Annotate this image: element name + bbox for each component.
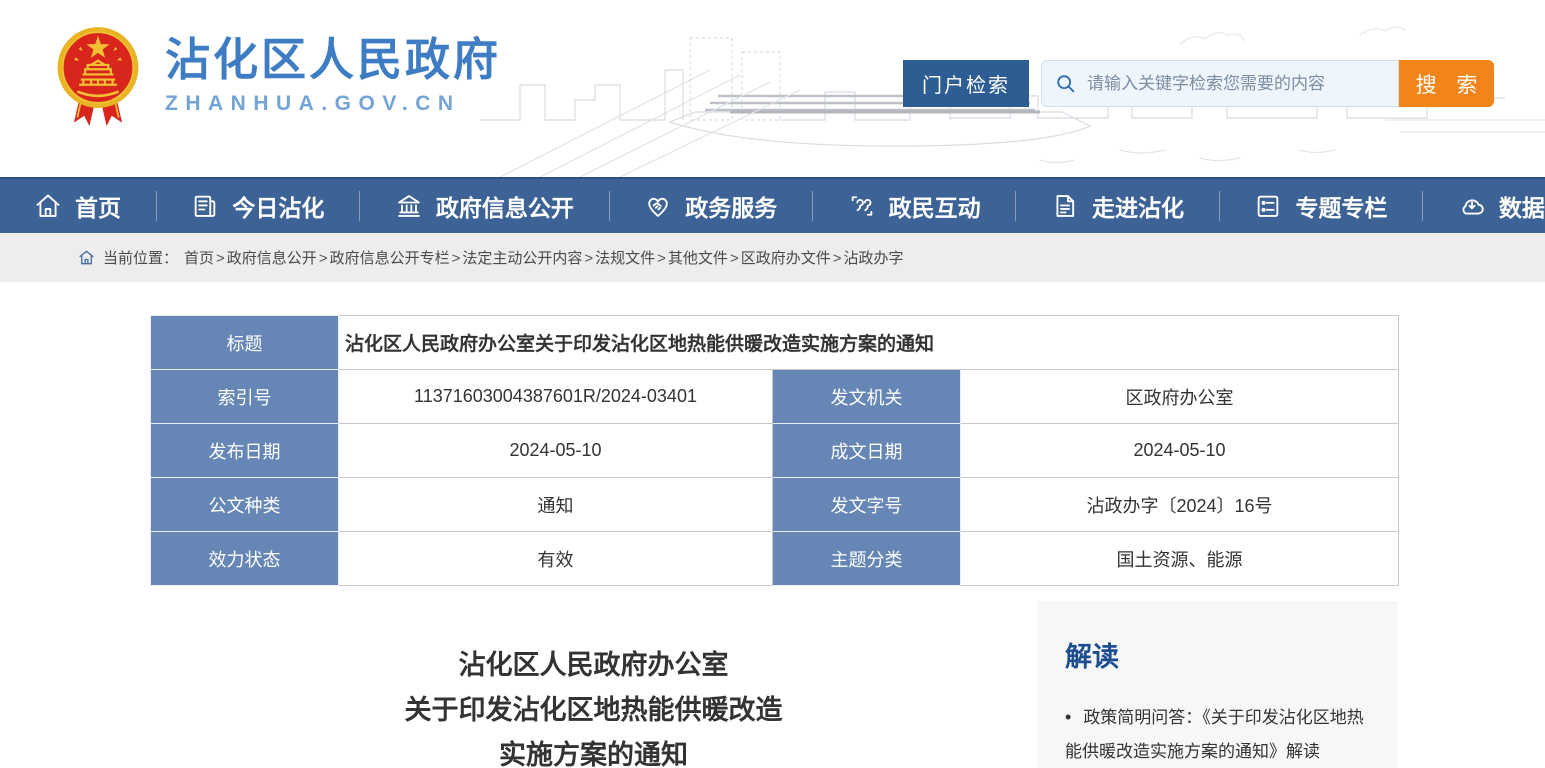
main-nav: 首页 今日沾化 政府信息公开 政务服务 政民互动 走进沾化 专题专栏 数据开放 xyxy=(0,179,1545,233)
breadcrumb-link-1[interactable]: 首页 xyxy=(184,250,214,267)
cloud-download-icon xyxy=(1458,192,1486,220)
meta-table-body: 标题沾化区人民政府办公室关于印发沾化区地热能供暖改造实施方案的通知索引号1137… xyxy=(151,316,1399,586)
meta-value: 区政府办公室 xyxy=(961,370,1399,424)
lower-content: 沾化区人民政府办公室关于印发沾化区地热能供暖改造实施方案的通知 解读 •政策简明… xyxy=(150,601,1398,768)
topics-list-icon xyxy=(1254,192,1282,220)
breadcrumb-link-4[interactable]: 法定主动公开内容 xyxy=(462,250,582,267)
nav-item-label: 数据开放 xyxy=(1499,189,1545,223)
home-icon xyxy=(34,192,62,220)
nav-separator xyxy=(609,191,610,221)
search-zone: 门户检索 搜 索 xyxy=(903,60,1494,107)
breadcrumb-separator: > xyxy=(730,250,739,267)
breadcrumb-link-2[interactable]: 政府信息公开 xyxy=(227,250,317,267)
document-title: 沾化区人民政府办公室关于印发沾化区地热能供暖改造实施方案的通知 xyxy=(150,601,1037,768)
breadcrumb-link-7[interactable]: 区政府办文件 xyxy=(741,250,831,267)
nav-item-8[interactable]: 数据开放 xyxy=(1458,189,1545,223)
breadcrumb-link-5[interactable]: 法规文件 xyxy=(595,250,655,267)
service-handshake-icon xyxy=(644,192,672,220)
main-nav-wrap: 首页 今日沾化 政府信息公开 政务服务 政民互动 走进沾化 专题专栏 数据开放 xyxy=(0,177,1545,233)
meta-label: 索引号 xyxy=(151,370,339,424)
document-title-line: 关于印发沾化区地热能供暖改造 xyxy=(150,688,1037,733)
news-icon xyxy=(191,192,219,220)
search-input[interactable] xyxy=(1087,74,1385,94)
meta-value: 沾政办字〔2024〕16号 xyxy=(961,478,1399,532)
breadcrumb-items: 首页>政府信息公开>政府信息公开专栏>法定主动公开内容>法规文件>其他文件>区政… xyxy=(182,247,905,268)
breadcrumb-link-3[interactable]: 政府信息公开专栏 xyxy=(330,250,450,267)
nav-item-4[interactable]: 政务服务 xyxy=(644,189,777,223)
search-box xyxy=(1041,60,1399,107)
breadcrumb-prefix: 当前位置： xyxy=(103,247,178,268)
meta-value: 11371603004387601R/2024-03401 xyxy=(339,370,773,424)
national-emblem-logo xyxy=(55,22,141,132)
nav-item-3[interactable]: 政府信息公开 xyxy=(395,189,574,223)
nav-item-label: 政务服务 xyxy=(685,189,777,223)
nav-item-label: 政府信息公开 xyxy=(436,189,574,223)
nav-item-7[interactable]: 专题专栏 xyxy=(1254,189,1387,223)
site-header: 沾化区人民政府 ZHANHUA.GOV.CN 门户检索 搜 索 xyxy=(0,0,1545,177)
nav-separator xyxy=(812,191,813,221)
nav-item-2[interactable]: 今日沾化 xyxy=(191,189,324,223)
table-row: 索引号11371603004387601R/2024-03401发文机关区政府办… xyxy=(151,370,1399,424)
meta-label: 发文机关 xyxy=(773,370,961,424)
interpretation-item-1[interactable]: •政策简明问答：《关于印发沾化区地热能供暖改造实施方案的通知》解读 xyxy=(1065,700,1370,768)
interaction-quotes-icon xyxy=(848,192,876,220)
nav-item-6[interactable]: 走进沾化 xyxy=(1051,189,1184,223)
meta-label: 主题分类 xyxy=(773,532,961,586)
table-row: 公文种类通知发文字号沾政办字〔2024〕16号 xyxy=(151,478,1399,532)
breadcrumb: 当前位置： 首页>政府信息公开>政府信息公开专栏>法定主动公开内容>法规文件>其… xyxy=(0,233,1545,282)
document-title-line: 实施方案的通知 xyxy=(150,733,1037,768)
search-button[interactable]: 搜 索 xyxy=(1399,60,1494,107)
interpretation-heading: 解读 xyxy=(1065,635,1370,674)
meta-label-title: 标题 xyxy=(151,316,339,370)
meta-label: 发文字号 xyxy=(773,478,961,532)
brand-text: 沾化区人民政府 ZHANHUA.GOV.CN xyxy=(165,22,501,116)
meta-label: 公文种类 xyxy=(151,478,339,532)
meta-value: 国土资源、能源 xyxy=(961,532,1399,586)
nav-separator xyxy=(1015,191,1016,221)
meta-value: 有效 xyxy=(339,532,773,586)
site-brand: 沾化区人民政府 ZHANHUA.GOV.CN xyxy=(55,22,501,132)
meta-value-title: 沾化区人民政府办公室关于印发沾化区地热能供暖改造实施方案的通知 xyxy=(339,316,1399,370)
breadcrumb-link-8[interactable]: 沾政办字 xyxy=(843,250,903,267)
bullet-icon: • xyxy=(1065,707,1071,727)
meta-label: 发布日期 xyxy=(151,424,339,478)
nav-item-label: 走进沾化 xyxy=(1092,189,1184,223)
interpretation-panel: 解读 •政策简明问答：《关于印发沾化区地热能供暖改造实施方案的通知》解读 xyxy=(1037,601,1398,768)
breadcrumb-separator: > xyxy=(216,250,225,267)
nav-item-label: 专题专栏 xyxy=(1295,189,1387,223)
nav-item-5[interactable]: 政民互动 xyxy=(848,189,981,223)
table-row: 发布日期2024-05-10成文日期2024-05-10 xyxy=(151,424,1399,478)
document-icon xyxy=(1051,192,1079,220)
meta-label: 成文日期 xyxy=(773,424,961,478)
meta-value: 2024-05-10 xyxy=(961,424,1399,478)
table-row: 标题沾化区人民政府办公室关于印发沾化区地热能供暖改造实施方案的通知 xyxy=(151,316,1399,370)
breadcrumb-separator: > xyxy=(833,250,842,267)
nav-item-label: 首页 xyxy=(75,189,121,223)
document-title-line: 沾化区人民政府办公室 xyxy=(150,643,1037,688)
document-meta-table: 标题沾化区人民政府办公室关于印发沾化区地热能供暖改造实施方案的通知索引号1137… xyxy=(150,315,1399,586)
gov-info-icon xyxy=(395,192,423,220)
breadcrumb-separator: > xyxy=(319,250,328,267)
breadcrumb-link-6[interactable]: 其他文件 xyxy=(668,250,728,267)
meta-value: 2024-05-10 xyxy=(339,424,773,478)
interpretation-list: •政策简明问答：《关于印发沾化区地热能供暖改造实施方案的通知》解读 xyxy=(1065,700,1370,768)
breadcrumb-home-icon xyxy=(78,250,95,265)
nav-item-1[interactable]: 首页 xyxy=(34,189,121,223)
meta-label: 效力状态 xyxy=(151,532,339,586)
portal-search-button[interactable]: 门户检索 xyxy=(903,60,1029,107)
nav-separator xyxy=(359,191,360,221)
nav-separator xyxy=(156,191,157,221)
meta-value: 通知 xyxy=(339,478,773,532)
nav-separator xyxy=(1422,191,1423,221)
breadcrumb-separator: > xyxy=(452,250,461,267)
site-domain: ZHANHUA.GOV.CN xyxy=(165,92,501,116)
table-row: 效力状态有效主题分类国土资源、能源 xyxy=(151,532,1399,586)
nav-item-label: 今日沾化 xyxy=(232,189,324,223)
nav-separator xyxy=(1219,191,1220,221)
breadcrumb-separator: > xyxy=(657,250,666,267)
breadcrumb-separator: > xyxy=(584,250,593,267)
nav-item-label: 政民互动 xyxy=(889,189,981,223)
search-icon xyxy=(1055,73,1077,95)
site-title: 沾化区人民政府 xyxy=(165,36,501,83)
